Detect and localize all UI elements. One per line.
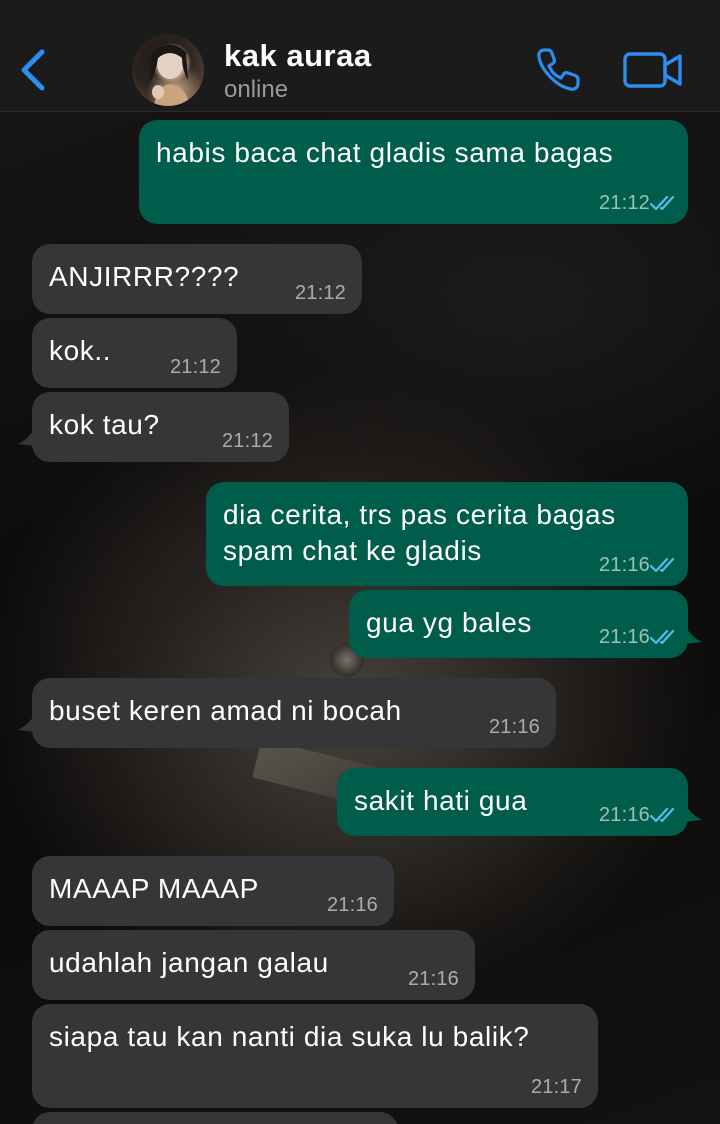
message-bubble-outgoing[interactable]: sakit hati gua 21:16 (337, 768, 688, 836)
chevron-left-icon (21, 49, 45, 91)
message-time: 21:17 (530, 1076, 582, 1098)
message-time: 21:16 (407, 968, 459, 990)
message-text: gua yg bales (366, 607, 532, 638)
double-check-read-icon (650, 195, 675, 211)
message-text: kok.. (49, 335, 112, 366)
video-camera-icon (623, 52, 682, 88)
message-time: 21:12 (294, 282, 346, 304)
avatar-photo (150, 44, 190, 106)
message-bubble-incoming[interactable]: buset keren amad ni bocah 21:16 (32, 678, 556, 748)
message-text: MAAAP MAAAP (49, 873, 259, 904)
video-call-button[interactable] (622, 48, 684, 92)
message-bubble-incoming-partial[interactable] (32, 1112, 398, 1124)
message-text: kok tau? (49, 409, 160, 440)
message-time: 21:16 (488, 716, 540, 738)
double-check-read-icon (650, 557, 675, 573)
contact-avatar[interactable] (132, 34, 204, 106)
message-bubble-incoming[interactable]: udahlah jangan galau 21:16 (32, 930, 475, 1000)
voice-call-button[interactable] (532, 44, 584, 96)
message-text: siapa tau kan nanti dia suka lu balik? (49, 1021, 530, 1052)
message-bubble-incoming[interactable]: kok tau? 21:12 (32, 392, 289, 462)
phone-icon (537, 48, 580, 91)
message-time: 21:12 (598, 192, 650, 214)
message-time: 21:16 (598, 804, 650, 826)
double-check-read-icon (650, 807, 675, 823)
message-bubble-outgoing[interactable]: habis baca chat gladis sama bagas 21:12 (139, 120, 688, 224)
message-text: ANJIRRR???? (49, 261, 240, 292)
message-time: 21:16 (326, 894, 378, 916)
message-time: 21:12 (169, 356, 221, 378)
bubble-tail (684, 624, 702, 644)
double-check-read-icon (650, 629, 675, 645)
message-time: 21:16 (598, 626, 650, 648)
contact-name[interactable]: kak auraa (224, 38, 372, 74)
message-text: udahlah jangan galau (49, 947, 329, 978)
bubble-tail (684, 802, 702, 822)
chat-header: kak auraa online (0, 0, 720, 112)
message-text: sakit hati gua (354, 785, 528, 816)
message-bubble-incoming[interactable]: ANJIRRR???? 21:12 (32, 244, 362, 314)
contact-status: online (224, 76, 289, 103)
message-time: 21:12 (221, 430, 273, 452)
message-text: habis baca chat gladis sama bagas (156, 137, 614, 168)
message-bubble-incoming[interactable]: MAAAP MAAAP 21:16 (32, 856, 394, 926)
message-bubble-incoming[interactable]: siapa tau kan nanti dia suka lu balik? 2… (32, 1004, 598, 1108)
message-bubble-outgoing[interactable]: gua yg bales 21:16 (349, 590, 688, 658)
message-time: 21:16 (598, 554, 650, 576)
message-text: buset keren amad ni bocah (49, 695, 402, 726)
message-bubble-incoming[interactable]: kok.. 21:12 (32, 318, 237, 388)
back-button[interactable] (14, 44, 54, 94)
message-bubble-outgoing[interactable]: dia cerita, trs pas cerita bagas spam ch… (206, 482, 688, 586)
